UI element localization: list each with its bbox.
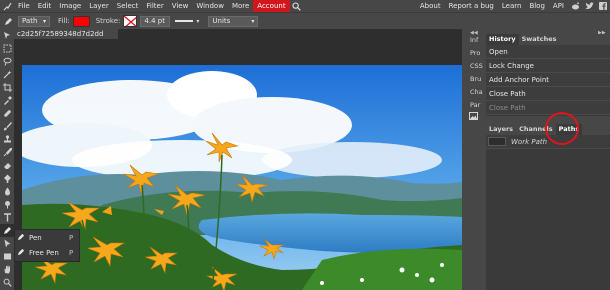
tab-swatches[interactable]: Swatches [519, 34, 560, 45]
lasso-tool-icon[interactable] [0, 55, 14, 68]
menu-view[interactable]: View [168, 0, 193, 12]
healing-tool-icon[interactable] [0, 107, 14, 120]
menu-report-bug[interactable]: Report a bug [445, 0, 498, 12]
chevron-down-icon: ▾ [42, 17, 46, 25]
facebook-icon[interactable] [596, 0, 610, 12]
menu-window[interactable]: Window [192, 0, 228, 12]
search-icon[interactable] [290, 0, 304, 12]
stroke-width-input[interactable]: 4.4 pt [140, 15, 171, 27]
units-select[interactable]: Units ▾ [208, 15, 259, 27]
side-button-character[interactable]: Cha [462, 86, 484, 99]
free-pen-icon [17, 248, 25, 258]
free-pen-menu-label: Free Pen [29, 248, 59, 257]
free-pen-menu-shortcut: P [69, 248, 74, 257]
stroke-width-value: 4.4 pt [144, 16, 165, 25]
menu-bar: File Edit Image Layer Select Filter View… [0, 0, 610, 12]
canvas-image[interactable] [22, 65, 462, 290]
eraser-tool-icon[interactable] [0, 159, 14, 172]
twitter-icon[interactable] [582, 0, 596, 12]
pen-tool-icon[interactable] [2, 17, 14, 26]
path-mode-select[interactable]: Path ▾ [18, 15, 50, 27]
highlight-circle [545, 112, 579, 145]
menu-api[interactable]: API [549, 0, 568, 12]
menu-account[interactable]: Account [253, 0, 290, 12]
menu-more[interactable]: More [228, 0, 253, 12]
tool-options-bar: Path ▾ Fill: Stroke: 4.4 pt ▾ Units ▾ [0, 12, 610, 29]
chevron-down-icon: ▾ [251, 17, 255, 25]
pen-tool-icon[interactable] [0, 224, 14, 237]
document-workspace[interactable]: c2d25f72589348d7d2dd [14, 29, 462, 290]
path-thumbnail [488, 137, 506, 146]
menu-image[interactable]: Image [55, 0, 85, 12]
dodge-tool-icon[interactable] [0, 198, 14, 211]
tab-layers[interactable]: Layers [486, 124, 516, 135]
history-row[interactable]: Add Anchor Point [486, 73, 610, 87]
crop-tool-icon[interactable] [0, 81, 14, 94]
blur-tool-icon[interactable] [0, 185, 14, 198]
fill-label: Fill: [58, 17, 70, 25]
path-select-tool-icon[interactable] [0, 237, 14, 250]
stroke-label: Stroke: [95, 17, 121, 25]
menu-layer[interactable]: Layer [85, 0, 113, 12]
reddit-icon[interactable] [568, 0, 582, 12]
document-tab[interactable]: c2d25f72589348d7d2dd [14, 29, 118, 39]
clone-stamp-tool-icon[interactable] [0, 133, 14, 146]
pen-tool-flyout: Pen P Free Pen P [14, 229, 80, 262]
history-row[interactable]: Close Path [486, 101, 610, 115]
path-name: Work Path [511, 137, 548, 146]
app-window: File Edit Image Layer Select Filter View… [0, 0, 610, 290]
menu-about[interactable]: About [416, 0, 445, 12]
gradient-tool-icon[interactable] [0, 172, 14, 185]
brush-tool-icon[interactable] [0, 120, 14, 133]
document-tab-title: c2d25f72589348d7d2dd [17, 30, 104, 38]
hand-tool-icon[interactable] [0, 263, 14, 276]
zoom-tool-icon[interactable] [0, 276, 14, 289]
menu-learn[interactable]: Learn [498, 0, 526, 12]
eyedropper-tool-icon[interactable] [0, 94, 14, 107]
type-tool-icon[interactable] [0, 211, 14, 224]
image-icon [469, 112, 478, 120]
stroke-color-swatch[interactable] [123, 15, 138, 27]
side-button-info[interactable]: Inf [462, 34, 484, 47]
tab-history[interactable]: History [486, 34, 519, 45]
history-brush-tool-icon[interactable] [0, 146, 14, 159]
menu-edit[interactable]: Edit [34, 0, 56, 12]
side-button-image[interactable] [462, 112, 484, 125]
history-row[interactable]: Open [486, 45, 610, 59]
history-row[interactable]: Lock Change [486, 59, 610, 73]
marquee-tool-icon[interactable] [0, 42, 14, 55]
fill-color-swatch[interactable] [72, 15, 90, 27]
path-mode-value: Path [22, 16, 38, 25]
pen-icon [17, 233, 25, 243]
move-tool-icon[interactable] [0, 29, 14, 42]
pen-menu-item-free-pen[interactable]: Free Pen P [15, 245, 79, 260]
shape-tool-icon[interactable] [0, 250, 14, 263]
menu-select[interactable]: Select [113, 0, 143, 12]
side-button-brush[interactable]: Bru [462, 73, 484, 86]
photopea-logo-icon [0, 0, 14, 12]
history-row[interactable]: Close Path [486, 87, 610, 101]
stroke-style-select[interactable]: ▾ [175, 16, 203, 27]
units-value: Units [212, 16, 231, 25]
layers-panel: Layers Channels Paths Work Path [486, 124, 610, 290]
menu-file[interactable]: File [14, 0, 34, 12]
panel-side-buttons: Inf Pro CSS Bru Cha Par [462, 34, 484, 125]
pen-menu-item-pen[interactable]: Pen P [15, 230, 79, 245]
menu-blog[interactable]: Blog [525, 0, 548, 12]
chevron-down-icon: ▾ [196, 17, 200, 25]
pen-menu-label: Pen [29, 233, 42, 242]
magic-wand-tool-icon[interactable] [0, 68, 14, 81]
side-button-properties[interactable]: Pro [462, 47, 484, 60]
history-panel: History Swatches Open Lock Change Add An… [486, 34, 610, 116]
menu-filter[interactable]: Filter [142, 0, 167, 12]
side-button-paragraph[interactable]: Par [462, 99, 484, 112]
pen-menu-shortcut: P [69, 233, 74, 242]
history-panel-tabs: History Swatches [486, 34, 610, 45]
side-button-css[interactable]: CSS [462, 60, 484, 73]
tools-panel [0, 29, 14, 290]
